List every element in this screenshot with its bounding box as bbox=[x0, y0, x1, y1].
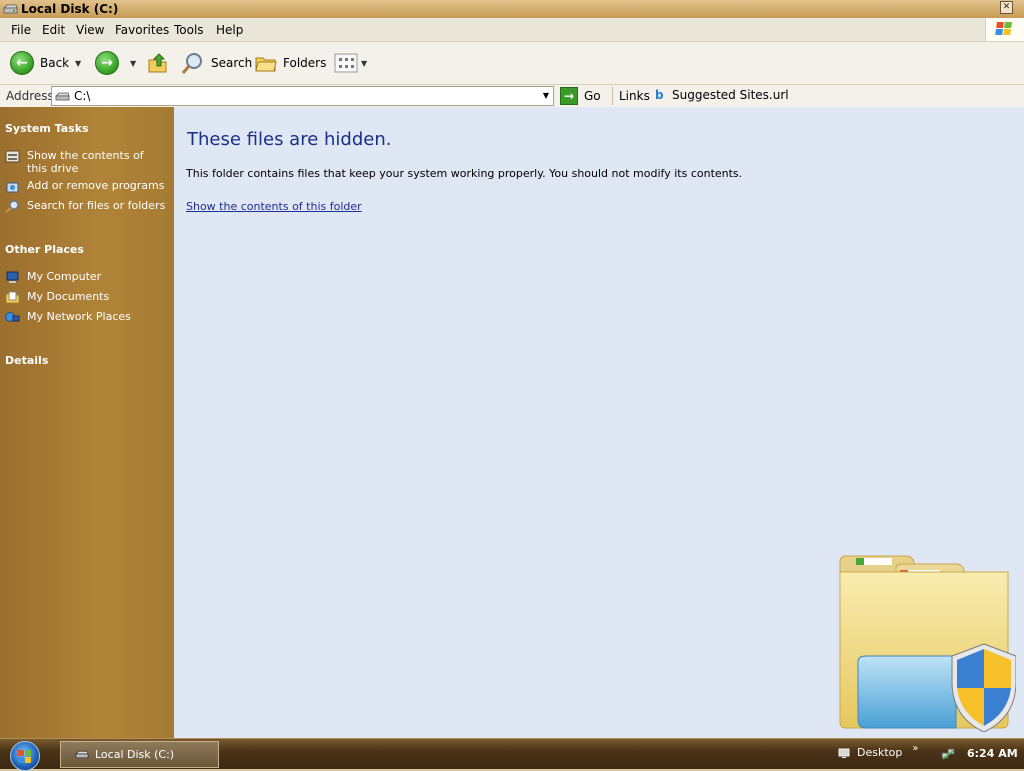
system-tasks-heading[interactable]: System Tasks bbox=[5, 122, 89, 135]
views-icon bbox=[334, 53, 358, 73]
place-label: My Network Places bbox=[27, 310, 131, 323]
menu-edit[interactable]: Edit bbox=[42, 23, 65, 37]
forward-arrow-icon: → bbox=[95, 51, 119, 75]
chevron-down-icon: ▼ bbox=[361, 58, 368, 68]
place-label: My Computer bbox=[27, 270, 102, 283]
menu-file[interactable]: File bbox=[11, 23, 31, 37]
show-contents-icon bbox=[5, 150, 20, 163]
network-places-icon bbox=[5, 312, 20, 322]
start-button[interactable] bbox=[10, 741, 40, 771]
chevron-right-icon[interactable]: » bbox=[912, 743, 918, 754]
task-label: Search for files or folders bbox=[27, 199, 166, 212]
address-label: Address bbox=[6, 89, 54, 103]
folders-label: Folders bbox=[283, 56, 327, 70]
divider bbox=[612, 87, 613, 105]
my-computer-icon bbox=[6, 271, 19, 283]
suggested-sites-label: Suggested Sites.url bbox=[672, 88, 789, 102]
desktop-label: Desktop bbox=[857, 746, 903, 759]
task-label: Add or remove programs bbox=[27, 179, 165, 192]
place-my-network-places[interactable]: My Network Places bbox=[5, 310, 170, 324]
show-folder-contents-link[interactable]: Show the contents of this folder bbox=[186, 200, 362, 213]
menu-tools[interactable]: Tools bbox=[174, 23, 204, 37]
desktop-toolbar[interactable]: Desktop » bbox=[838, 743, 919, 759]
chevron-down-icon: ▼ bbox=[130, 58, 137, 68]
place-my-computer[interactable]: My Computer bbox=[5, 270, 170, 284]
menu-bar: File Edit View Favorites Tools Help bbox=[0, 18, 1024, 42]
task-show-drive-contents[interactable]: Show the contents of this drive bbox=[5, 149, 170, 175]
chevron-down-icon: ▼ bbox=[75, 58, 82, 68]
close-button[interactable]: ✕ bbox=[1000, 1, 1013, 14]
details-heading[interactable]: Details bbox=[5, 354, 48, 367]
search-icon bbox=[181, 53, 202, 74]
drive-icon bbox=[75, 750, 89, 759]
protected-folder-icon bbox=[839, 555, 1016, 732]
menu-favorites[interactable]: Favorites bbox=[115, 23, 169, 37]
taskbar-item-local-disk[interactable]: Local Disk (C:) bbox=[60, 741, 219, 768]
content-pane: These files are hidden. This folder cont… bbox=[174, 107, 1024, 738]
toolbar: ← Back ▼ → ▼ Search Folders ▼ bbox=[0, 42, 1024, 85]
views-button[interactable]: ▼ bbox=[334, 42, 367, 84]
menu-help[interactable]: Help bbox=[216, 23, 243, 37]
forward-dropdown[interactable]: ▼ bbox=[130, 42, 136, 84]
task-pane: System Tasks Show the contents of this d… bbox=[0, 107, 174, 738]
go-arrow-icon: → bbox=[560, 87, 578, 105]
my-documents-icon bbox=[5, 291, 20, 304]
add-remove-programs-icon bbox=[6, 182, 19, 193]
task-add-remove-programs[interactable]: Add or remove programs bbox=[5, 179, 170, 193]
links-label[interactable]: Links bbox=[619, 89, 650, 103]
hidden-files-heading: These files are hidden. bbox=[187, 129, 392, 150]
address-input[interactable]: C:\ ▼ bbox=[51, 86, 554, 106]
folders-icon bbox=[255, 57, 277, 72]
suggested-sites-link[interactable]: b Suggested Sites.url bbox=[655, 88, 789, 102]
back-label: Back bbox=[40, 56, 70, 70]
forward-button[interactable]: → bbox=[95, 42, 119, 84]
go-label: Go bbox=[584, 89, 601, 103]
search-button[interactable]: Search bbox=[181, 42, 252, 84]
address-value: C:\ bbox=[74, 89, 91, 103]
back-button[interactable]: ← Back bbox=[10, 42, 69, 84]
place-my-documents[interactable]: My Documents bbox=[5, 290, 170, 304]
title-bar: Local Disk (C:) ✕ bbox=[0, 0, 1024, 18]
place-label: My Documents bbox=[27, 290, 110, 303]
search-label: Search bbox=[211, 56, 253, 70]
task-label: Show the contents of this drive bbox=[27, 149, 144, 175]
drive-icon bbox=[3, 4, 18, 14]
desktop-icon bbox=[838, 748, 850, 758]
taskbar: Local Disk (C:) Desktop » 6:24 AM bbox=[0, 738, 1024, 771]
back-dropdown[interactable]: ▼ bbox=[75, 42, 81, 84]
clock[interactable]: 6:24 AM bbox=[967, 747, 1018, 760]
drive-icon bbox=[55, 92, 70, 101]
address-bar: Address C:\ ▼ → Go Links b Suggested Sit… bbox=[0, 85, 1024, 108]
up-folder-icon bbox=[148, 53, 167, 73]
close-icon: ✕ bbox=[1002, 2, 1011, 12]
chevron-down-icon[interactable]: ▼ bbox=[543, 91, 549, 100]
network-tray-icon[interactable] bbox=[941, 748, 955, 761]
windows-logo bbox=[985, 18, 1024, 41]
search-icon bbox=[5, 200, 19, 213]
other-places-heading[interactable]: Other Places bbox=[5, 243, 84, 256]
up-folder-button[interactable] bbox=[147, 42, 169, 84]
windows-logo-icon bbox=[995, 22, 1013, 36]
go-button[interactable]: → Go bbox=[560, 87, 601, 105]
taskbar-item-label: Local Disk (C:) bbox=[95, 748, 175, 761]
task-search-files[interactable]: Search for files or folders bbox=[5, 199, 170, 213]
hidden-files-description: This folder contains files that keep you… bbox=[186, 167, 743, 180]
folders-button[interactable]: Folders bbox=[255, 42, 326, 84]
bing-icon: b bbox=[655, 87, 664, 102]
window-title: Local Disk (C:) bbox=[21, 2, 119, 16]
menu-view[interactable]: View bbox=[76, 23, 104, 37]
back-arrow-icon: ← bbox=[10, 51, 34, 75]
